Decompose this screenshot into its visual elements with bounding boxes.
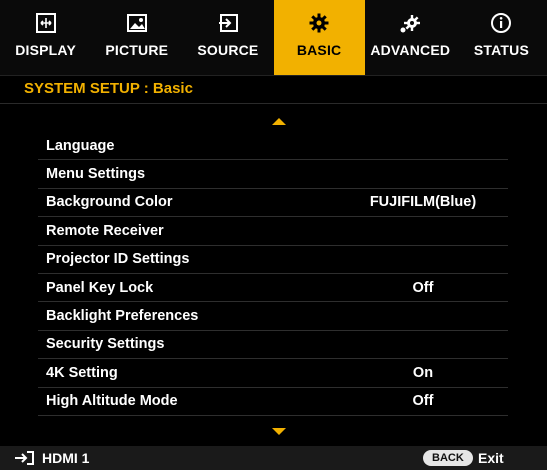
menu-item-panel-key-lock[interactable]: Panel Key Lock Off	[38, 274, 508, 303]
menu-item-projector-id-settings[interactable]: Projector ID Settings	[38, 246, 508, 274]
menu-item-language[interactable]: Language	[38, 132, 508, 161]
back-button[interactable]: BACK	[423, 450, 473, 466]
menu-item-label: High Altitude Mode	[46, 393, 178, 410]
menu-item-value: FUJIFILM(Blue)	[369, 194, 477, 211]
tab-label: DISPLAY	[15, 42, 76, 58]
menu-item-label: Backlight Preferences	[46, 308, 199, 325]
scroll-up-arrow-icon[interactable]	[272, 118, 286, 125]
menu-item-backlight-preferences[interactable]: Backlight Preferences	[38, 302, 508, 331]
menu-item-label: 4K Setting	[46, 364, 118, 381]
menu-item-label: Projector ID Settings	[46, 251, 190, 268]
advanced-gear-icon	[399, 12, 421, 34]
tab-advanced[interactable]: ADVANCED	[365, 0, 456, 75]
tab-label: BASIC	[296, 42, 342, 58]
menu-item-security-settings[interactable]: Security Settings	[38, 331, 508, 360]
source-icon	[217, 12, 239, 34]
info-icon	[490, 12, 512, 34]
input-source-label: HDMI 1	[42, 450, 90, 466]
menu-item-label: Background Color	[46, 194, 173, 211]
settings-menu: Language Menu Settings Background Color …	[38, 132, 508, 416]
tab-picture[interactable]: PICTURE	[91, 0, 182, 75]
tab-status[interactable]: STATUS	[456, 0, 547, 75]
tab-basic[interactable]: BASIC	[273, 0, 365, 75]
gear-icon	[308, 12, 330, 34]
tab-label: ADVANCED	[370, 42, 451, 58]
menu-item-value: On	[412, 364, 434, 381]
display-icon	[35, 12, 57, 34]
status-footer: HDMI 1 BACK Exit	[0, 446, 547, 470]
menu-item-label: Panel Key Lock	[46, 279, 154, 296]
page-title: SYSTEM SETUP : Basic	[24, 80, 193, 97]
menu-item-high-altitude-mode[interactable]: High Altitude Mode Off	[38, 388, 508, 416]
menu-item-value: Off	[412, 279, 434, 296]
menu-item-label: Menu Settings	[46, 166, 146, 183]
menu-item-4k-setting[interactable]: 4K Setting On	[38, 359, 508, 388]
title-divider	[0, 103, 547, 104]
scroll-down-arrow-icon[interactable]	[272, 428, 286, 435]
input-source-icon	[14, 451, 34, 465]
menu-item-remote-receiver[interactable]: Remote Receiver	[38, 217, 508, 246]
exit-label: Exit	[478, 450, 504, 466]
tab-display[interactable]: DISPLAY	[0, 0, 91, 75]
menu-item-menu-settings[interactable]: Menu Settings	[38, 160, 508, 189]
menu-item-label: Remote Receiver	[46, 222, 164, 239]
menu-tab-bar: DISPLAY PICTURE SOURCE BASIC ADVANCED ST…	[0, 0, 547, 76]
menu-item-label: Language	[46, 137, 115, 154]
tab-label: SOURCE	[197, 42, 259, 58]
tab-source[interactable]: SOURCE	[182, 0, 273, 75]
menu-item-background-color[interactable]: Background Color FUJIFILM(Blue)	[38, 189, 508, 218]
menu-item-value: Off	[412, 393, 434, 410]
tab-label: STATUS	[473, 42, 529, 58]
tab-label: PICTURE	[105, 42, 169, 58]
menu-item-label: Security Settings	[46, 336, 165, 353]
picture-icon	[126, 12, 148, 34]
